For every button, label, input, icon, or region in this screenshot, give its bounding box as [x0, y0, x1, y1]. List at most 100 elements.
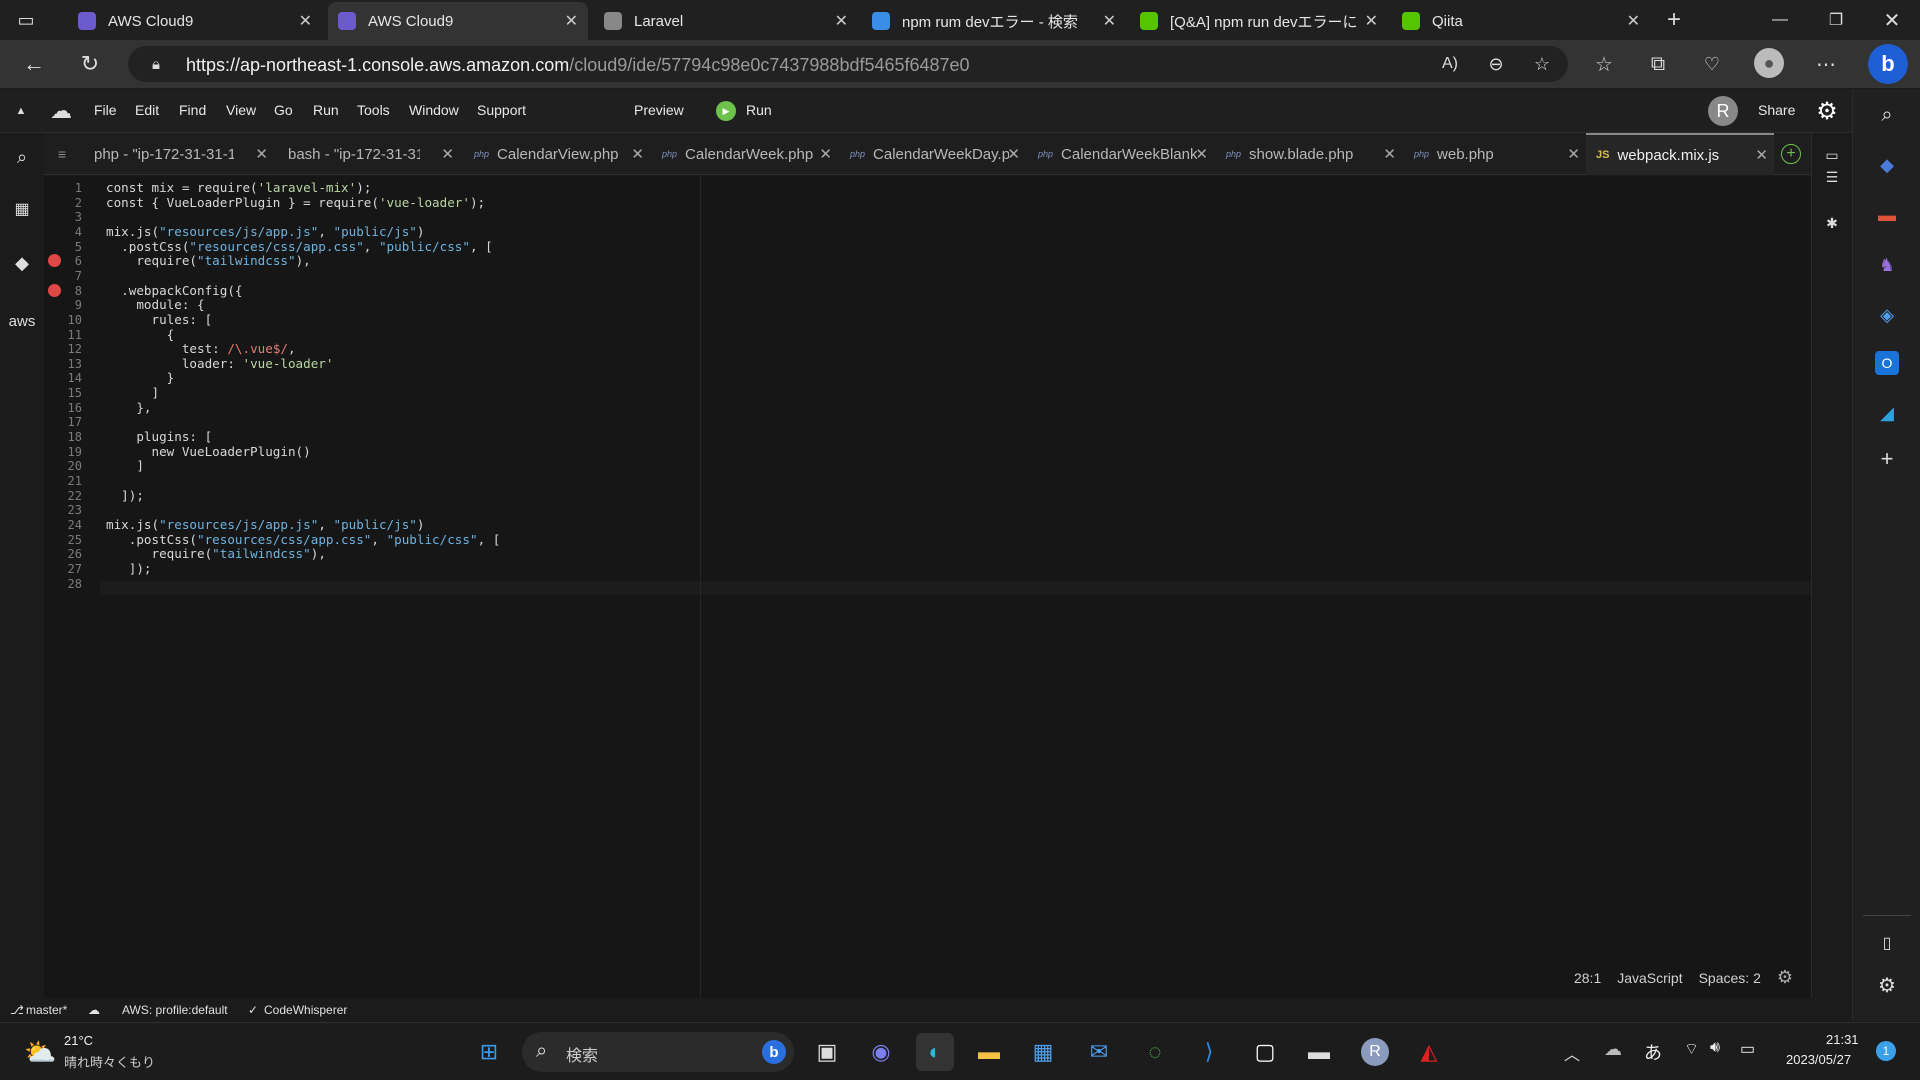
code-line[interactable]: require("tailwindcss"),	[106, 546, 325, 561]
preview-button[interactable]: Preview	[634, 102, 684, 118]
sidebar-settings-icon[interactable]: ⚙	[1875, 973, 1899, 997]
tab-close-icon[interactable]: ✕	[299, 11, 312, 31]
editor-tab-close-icon[interactable]: ✕	[1195, 145, 1208, 163]
debugger-icon[interactable]: ✱	[1820, 211, 1844, 235]
line-number[interactable]: 10	[44, 313, 82, 327]
menu-view[interactable]: View	[226, 102, 256, 118]
tab-actions-icon[interactable]: ▭	[14, 8, 38, 32]
code-line[interactable]: mix.js("resources/js/app.js", "public/js…	[106, 224, 424, 239]
line-number[interactable]: 11	[44, 328, 82, 342]
tab-laravel[interactable]: Laravel ✕	[594, 2, 858, 40]
more-icon[interactable]: ⋯	[1812, 50, 1840, 78]
read-aloud-icon[interactable]: A)	[1438, 52, 1462, 76]
line-number[interactable]: 5	[44, 240, 82, 254]
ime-indicator[interactable]: あ	[1644, 1039, 1662, 1065]
code-editor[interactable]: 1 2 3 4 5 6 7 8 9 10 11 12 13 14 15 16 17 18 19 20 21 22 23 24 2…	[44, 176, 1811, 998]
branch-icon[interactable]: ⎇	[10, 1003, 24, 1017]
code-line[interactable]: .webpackConfig({	[106, 283, 242, 298]
tab-close-icon[interactable]: ✕	[565, 11, 578, 31]
editor-tab-0[interactable]: php - "ip-172-31-31-177 ✕	[84, 133, 274, 175]
clock-time[interactable]: 21:31	[1826, 1032, 1859, 1047]
bing-copilot-icon[interactable]: b	[1868, 44, 1908, 84]
code-line[interactable]: require("tailwindcss"),	[106, 253, 310, 268]
url-bar[interactable]: 🔒︎ https://ap-northeast-1.console.aws.am…	[128, 46, 1568, 82]
line-number[interactable]: 16	[44, 401, 82, 415]
favorites-icon[interactable]: ☆	[1590, 50, 1618, 78]
editor-tab-close-icon[interactable]: ✕	[441, 145, 454, 163]
url-text[interactable]: https://ap-northeast-1.console.aws.amazo…	[186, 55, 970, 76]
store-icon[interactable]: ▦	[1024, 1033, 1062, 1071]
aws-toolkit-icon[interactable]: aws	[4, 309, 40, 333]
file-explorer-icon[interactable]: ▬	[970, 1033, 1008, 1071]
mcafee-icon[interactable]: ◭	[1410, 1033, 1448, 1071]
games-icon[interactable]: ♞	[1875, 253, 1899, 277]
drop-icon[interactable]: ◢	[1875, 401, 1899, 425]
code-line[interactable]: loader: 'vue-loader'	[106, 356, 334, 371]
battery-icon[interactable]: ▭	[1740, 1039, 1755, 1059]
tab-aws-cloud9-2[interactable]: AWS Cloud9 ✕	[328, 2, 588, 40]
editor-tab-close-icon[interactable]: ✕	[1755, 146, 1768, 164]
line-number[interactable]: 2	[44, 196, 82, 210]
code-line[interactable]: ]	[106, 385, 159, 400]
preferences-gear-icon[interactable]: ⚙	[1814, 98, 1840, 125]
r-app-icon[interactable]: R	[1356, 1033, 1394, 1071]
menu-go[interactable]: Go	[274, 102, 293, 118]
menu-run[interactable]: Run	[313, 102, 339, 118]
code-line[interactable]: mix.js("resources/js/app.js", "public/js…	[106, 517, 424, 532]
code-line[interactable]: const { VueLoaderPlugin } = require('vue…	[106, 195, 485, 210]
code-line[interactable]: const mix = require('laravel-mix');	[106, 180, 371, 195]
line-number[interactable]: 9	[44, 298, 82, 312]
outline-icon[interactable]: ☰	[1820, 165, 1844, 189]
minimize-icon[interactable]: —	[1752, 0, 1808, 40]
code-line[interactable]: rules: [	[106, 312, 212, 327]
git-branch[interactable]: master*	[26, 1003, 67, 1017]
code-line[interactable]: ]);	[106, 488, 144, 503]
weather-temp[interactable]: 21°C	[64, 1033, 93, 1048]
outlook-icon[interactable]: O	[1875, 351, 1899, 375]
add-sidebar-app-icon[interactable]: +	[1875, 446, 1899, 471]
menu-window[interactable]: Window	[409, 102, 459, 118]
code-line[interactable]: ]);	[106, 561, 152, 576]
new-tab-icon[interactable]: +	[1660, 6, 1688, 34]
bing-search-icon[interactable]: b	[762, 1040, 786, 1064]
line-number[interactable]: 27	[44, 562, 82, 576]
notification-badge[interactable]: 1	[1876, 1041, 1896, 1061]
cursor-position[interactable]: 28:1	[1574, 970, 1601, 986]
code-line[interactable]: .postCss("resources/css/app.css", "publi…	[106, 532, 501, 547]
editor-tab-close-icon[interactable]: ✕	[255, 145, 268, 163]
menu-find[interactable]: Find	[179, 102, 206, 118]
refresh-icon[interactable]: ↻	[76, 50, 104, 78]
line-number[interactable]: 1	[44, 181, 82, 195]
breakpoint-marker[interactable]	[48, 283, 61, 297]
line-number[interactable]: 20	[44, 459, 82, 473]
share-button[interactable]: Share	[1758, 102, 1795, 118]
menu-edit[interactable]: Edit	[135, 102, 159, 118]
line-number[interactable]: 19	[44, 445, 82, 459]
collaborate-icon[interactable]: ▭	[1820, 143, 1844, 167]
cloud9-logo-icon[interactable]: ☁	[48, 98, 74, 123]
line-number[interactable]: 4	[44, 225, 82, 239]
teams-chat-icon[interactable]: ◉	[862, 1033, 900, 1071]
start-icon[interactable]: ⊞	[470, 1033, 508, 1071]
codewhisperer-status[interactable]: CodeWhisperer	[264, 1003, 347, 1017]
collections-icon[interactable]: ⧉	[1644, 50, 1672, 78]
editor-tab-6[interactable]: php show.blade.php ✕	[1216, 133, 1402, 175]
indentation-setting[interactable]: Spaces: 2	[1699, 970, 1761, 986]
add-favorite-icon[interactable]: ☆	[1530, 52, 1554, 76]
tab-qiita[interactable]: Qiita ✕	[1392, 2, 1650, 40]
editor-gutter[interactable]: 1 2 3 4 5 6 7 8 9 10 11 12 13 14 15 16 17 18 19 20 21 22 23 24 2…	[44, 176, 100, 998]
tab-close-icon[interactable]: ✕	[1365, 11, 1378, 31]
microsoft365-icon[interactable]: ◈	[1875, 303, 1899, 327]
code-line[interactable]: test: /\.vue$/,	[106, 341, 296, 356]
line-number[interactable]: 7	[44, 269, 82, 283]
restore-icon[interactable]: ❐	[1808, 0, 1864, 40]
shopping-icon[interactable]: ◆	[1875, 153, 1899, 177]
menu-file[interactable]: File	[94, 102, 117, 118]
language-mode[interactable]: JavaScript	[1617, 970, 1682, 986]
editor-tab-close-icon[interactable]: ✕	[1383, 145, 1396, 163]
browser-essentials-icon[interactable]: ♡	[1698, 50, 1726, 78]
new-tab-plus-icon[interactable]: +	[1781, 144, 1801, 164]
vscode-icon[interactable]: ⟩	[1190, 1033, 1228, 1071]
editor-tab-close-icon[interactable]: ✕	[631, 145, 644, 163]
source-control-icon[interactable]: ◆	[10, 251, 34, 275]
